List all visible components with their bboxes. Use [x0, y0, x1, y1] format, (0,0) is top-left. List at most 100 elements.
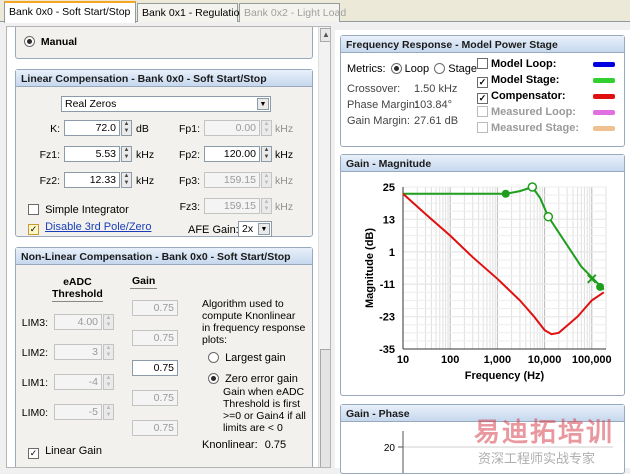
gain4-input[interactable]: 0.75	[132, 300, 178, 316]
afe-gain-label: AFE Gain:	[188, 224, 239, 236]
legend-label: Model Stage:	[491, 74, 560, 86]
fp2-input[interactable]: 120.00	[204, 146, 260, 162]
phase-y-tick-label: 20	[384, 443, 396, 454]
linear-gain-checkbox[interactable]: ✓ Linear Gain	[28, 445, 102, 459]
largest-gain-radio[interactable]: Largest gain	[208, 352, 286, 364]
tab-bank-0x0[interactable]: Bank 0x0 - Soft Start/Stop	[4, 1, 136, 23]
metrics-loop-radio[interactable]: Loop	[390, 63, 429, 75]
x-tick-label: 1,000	[484, 354, 512, 366]
fp2-label: Fp2:	[178, 149, 200, 161]
chevron-down-icon: ▼	[258, 223, 270, 235]
zero-error-gain-description: Gain when eADC Threshold is first >=0 or…	[223, 386, 306, 434]
lim3-input[interactable]: 4.00	[54, 314, 102, 330]
gain0-input[interactable]: 0.75	[132, 420, 178, 436]
legend-item[interactable]: ✓ Model Stage:	[477, 74, 559, 88]
simple-integrator-label: Simple Integrator	[45, 204, 129, 216]
gain1-input[interactable]: 0.75	[132, 390, 178, 406]
fp3-input[interactable]: 159.15	[204, 172, 260, 188]
fp1-spinner[interactable]: ▲ ▼	[261, 120, 272, 136]
legend-item[interactable]: Measured Loop:	[477, 106, 576, 118]
zero-error-gain-radio[interactable]: Zero error gain	[208, 373, 298, 385]
lim1-input[interactable]: -4	[54, 374, 102, 390]
tab-bank-0x1[interactable]: Bank 0x1 - Regulation	[137, 3, 245, 22]
afe-gain-select[interactable]: 2x ▼	[238, 221, 272, 237]
gain2-input[interactable]: 0.75	[132, 360, 178, 376]
linear-compensation-group: Linear Compensation - Bank 0x0 - Soft St…	[15, 69, 313, 237]
marker-point	[501, 189, 510, 198]
disable-3rd-pole-zero-checkbox[interactable]: ✓ Disable 3rd Pole/Zero	[28, 221, 151, 235]
lim0-input[interactable]: -5	[54, 404, 102, 420]
fz2-spinner[interactable]: ▲ ▼	[121, 172, 132, 188]
x-axis-label: Frequency (Hz)	[465, 370, 545, 382]
crossover-value: 1.50 kHz	[414, 83, 458, 95]
fp2-spinner[interactable]: ▲ ▼	[261, 146, 272, 162]
k-label: K:	[50, 123, 60, 135]
compensation-type-value: Real Zeros	[65, 98, 117, 110]
fp3-spinner[interactable]: ▲ ▼	[261, 172, 272, 188]
lim1-spinner[interactable]: ▲ ▼	[103, 374, 114, 390]
scroll-up-icon[interactable]: ▲	[320, 28, 330, 42]
right-plots-pane: Frequency Response - Model Power Stage M…	[335, 30, 630, 474]
radio-selected-icon	[390, 63, 402, 74]
knonlinear-value: 0.75	[264, 439, 287, 451]
fz3-unit: kHz	[275, 201, 294, 213]
manual-radio[interactable]: Manual	[24, 36, 77, 48]
gain-margin-label: Gain Margin:	[347, 115, 410, 127]
fz3-input[interactable]: 159.15	[204, 198, 260, 214]
knonlinear-label: Knonlinear:	[202, 439, 258, 451]
checkbox-icon	[28, 204, 39, 215]
legend-item[interactable]: Model Loop:	[477, 58, 556, 70]
checkbox-icon	[477, 106, 488, 117]
legend-color-swatch	[593, 62, 615, 67]
fz3-spinner[interactable]: ▲ ▼	[261, 198, 272, 214]
linear-compensation-title: Linear Compensation - Bank 0x0 - Soft St…	[16, 70, 312, 87]
left-pane-scrollbar[interactable]: ▲	[318, 27, 330, 467]
fp1-input[interactable]: 0.00	[204, 120, 260, 136]
k-input[interactable]: 72.0	[64, 120, 120, 136]
x-tick-label: 100	[441, 354, 459, 366]
fz1-input[interactable]: 5.53	[64, 146, 120, 162]
fz3-label: Fz3:	[179, 201, 200, 213]
fp1-unit: kHz	[275, 123, 294, 135]
manual-radio-icon	[24, 36, 35, 47]
scrollbar-thumb[interactable]	[320, 349, 330, 467]
linear-gain-label: Linear Gain	[45, 445, 102, 457]
y-tick-label: 25	[383, 182, 395, 194]
threshold-column-header: eADC Threshold	[52, 276, 103, 302]
simple-integrator-checkbox[interactable]: Simple Integrator	[28, 204, 129, 216]
algorithm-description: Algorithm used to compute Knonlinear in …	[202, 298, 306, 346]
y-tick-label: -11	[380, 279, 395, 291]
lim1-label: LIM1:	[21, 377, 48, 389]
left-settings-pane: Manual Linear Compensation - Bank 0x0 - …	[6, 26, 331, 468]
magnitude-chart: 25 13 1 -11 -23 -3510 100 1,000 10,000 100,000 Fre…	[364, 182, 612, 382]
x-tick-label: 100,000	[572, 354, 612, 366]
legend-item[interactable]: ✓ Compensator:	[477, 90, 566, 104]
lim0-spinner[interactable]: ▲ ▼	[103, 404, 114, 420]
manual-radio-label: Manual	[40, 36, 78, 48]
lim2-input[interactable]: 3	[54, 344, 102, 360]
legend-label: Compensator:	[491, 90, 566, 102]
fp2-unit: kHz	[275, 149, 294, 161]
compensation-type-select[interactable]: Real Zeros ▼	[61, 96, 271, 112]
lim0-label: LIM0:	[21, 407, 48, 419]
gain3-input[interactable]: 0.75	[132, 330, 178, 346]
fz1-spinner[interactable]: ▲ ▼	[121, 146, 132, 162]
phase-margin-value: 103.84°	[414, 99, 453, 111]
knonlinear-readout: Knonlinear: 0.75	[202, 439, 286, 451]
afe-gain-value: 2x	[242, 223, 254, 235]
y-tick-label: -23	[379, 312, 395, 324]
fp3-label: Fp3:	[178, 175, 200, 187]
k-spinner[interactable]: ▲ ▼	[121, 120, 132, 136]
metrics-row: Metrics: Loop Stage	[347, 63, 477, 75]
gain-column-header: Gain	[130, 275, 158, 289]
radio-icon	[434, 63, 446, 74]
lim2-spinner[interactable]: ▲ ▼	[103, 344, 114, 360]
k-unit: dB	[136, 123, 149, 135]
metrics-stage-radio[interactable]: Stage	[434, 63, 477, 75]
lim3-spinner[interactable]: ▲ ▼	[103, 314, 114, 330]
legend-item[interactable]: Measured Stage:	[477, 122, 579, 134]
fz2-input[interactable]: 12.33	[64, 172, 120, 188]
tab-bank-0x2[interactable]: Bank 0x2 - Light Load	[239, 3, 346, 22]
checkbox-icon	[477, 58, 488, 69]
checkbox-checked-icon: ✓	[28, 224, 39, 235]
